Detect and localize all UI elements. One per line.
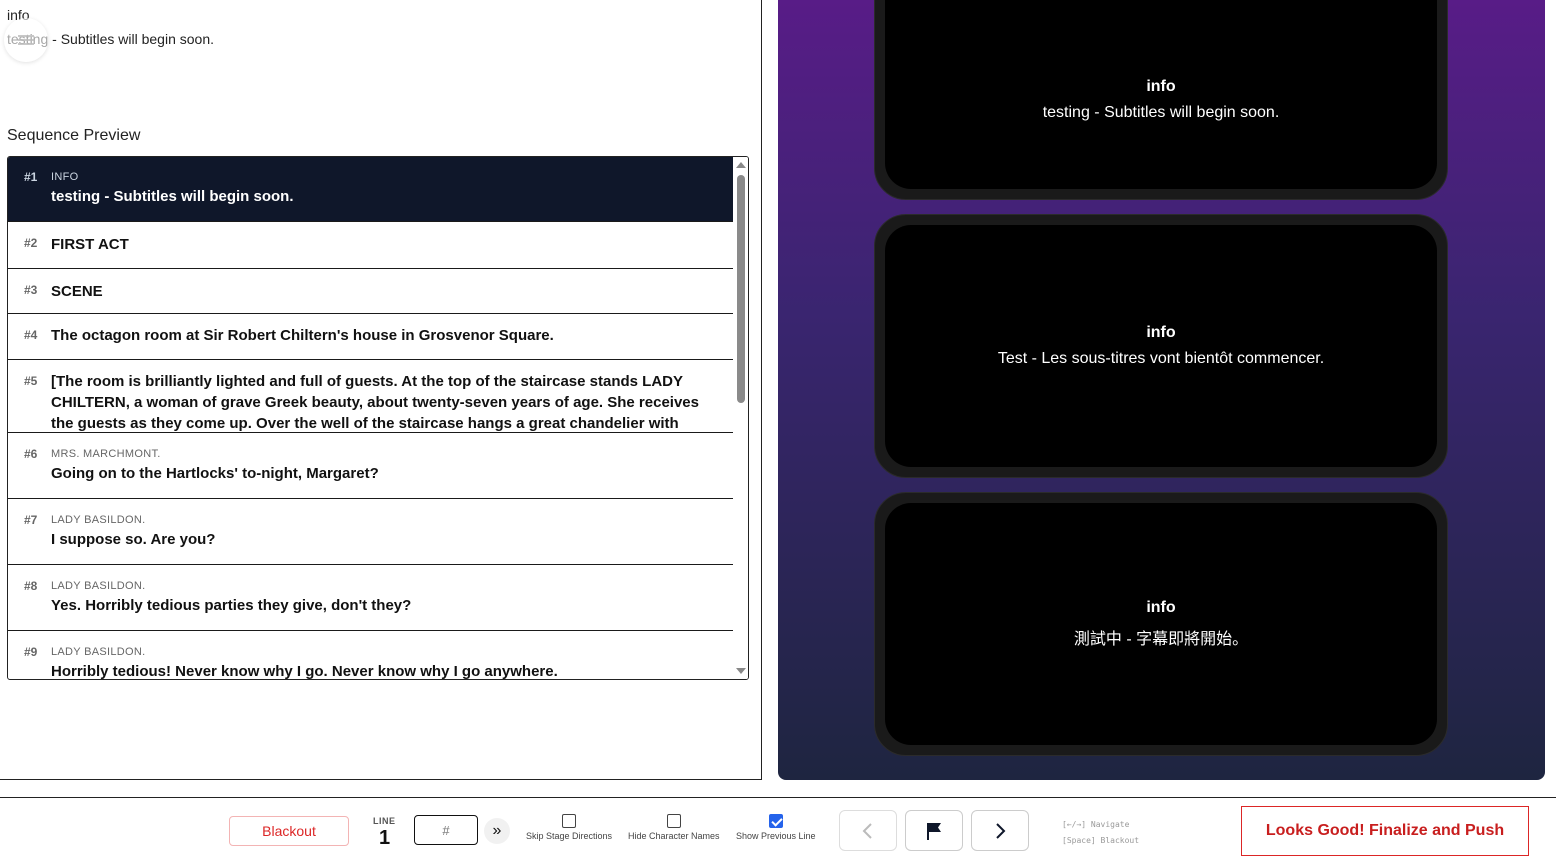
finalize-push-button[interactable]: Looks Good! Finalize and Push: [1241, 806, 1529, 856]
jump-to-line-input[interactable]: [414, 815, 478, 845]
sequence-row-8[interactable]: #8 LADY BASILDON. Yes. Horribly tedious …: [8, 565, 734, 631]
row-speaker: LADY BASILDON.: [51, 646, 146, 658]
sequence-row-6[interactable]: #6 MRS. MARCHMONT. Going on to the Hartl…: [8, 433, 734, 499]
row-text: Going on to the Hartlocks' to-night, Mar…: [51, 465, 379, 482]
row-speaker: INFO: [51, 171, 79, 183]
line-number: 1: [379, 827, 391, 849]
phone-preview-1: info testing - Subtitles will begin soon…: [874, 0, 1448, 200]
row-text: [The room is brilliantly lighted and ful…: [51, 373, 699, 432]
preview-title: info: [1146, 599, 1176, 616]
sequence-list[interactable]: #1 INFO testing - Subtitles will begin s…: [7, 156, 749, 680]
row-speaker: LADY BASILDON.: [51, 514, 146, 526]
preview-panel: info testing - Subtitles will begin soon…: [778, 0, 1545, 780]
row-number: #6: [24, 447, 38, 461]
sequence-row-2[interactable]: #2 FIRST ACT: [8, 222, 734, 269]
row-number: #5: [24, 374, 38, 388]
skip-stage-directions-label: Skip Stage Directions: [526, 831, 613, 841]
phone-screen: info Test - Les sous-titres vont bientôt…: [885, 225, 1437, 467]
phone-screen: info testing - Subtitles will begin soon…: [885, 0, 1437, 189]
row-text: Horribly tedious! Never know why I go. N…: [51, 663, 558, 680]
row-number: #1: [24, 170, 38, 184]
row-text: FIRST ACT: [51, 236, 129, 253]
sequence-row-9[interactable]: #9 LADY BASILDON. Horribly tedious! Neve…: [8, 631, 734, 680]
scroll-up-icon[interactable]: [736, 162, 746, 168]
chevron-right-icon: [996, 822, 1006, 839]
phone-preview-2: info Test - Les sous-titres vont bientôt…: [874, 214, 1448, 478]
chevron-left-icon: [862, 822, 872, 839]
hide-character-names-checkbox[interactable]: [666, 814, 681, 828]
scrollbar-thumb[interactable]: [737, 175, 745, 403]
phone-screen: info 測試中 - 字幕即將開始。: [885, 503, 1437, 745]
control-panel: info testing - Subtitles will begin soon…: [0, 0, 762, 780]
sequence-row-4[interactable]: #4 The octagon room at Sir Robert Chilte…: [8, 314, 734, 360]
row-number: #4: [24, 328, 38, 342]
scroll-down-icon[interactable]: [736, 668, 746, 674]
preview-title: info: [1146, 324, 1176, 341]
sequence-row-3[interactable]: #3 SCENE: [8, 269, 734, 314]
preview-text: testing - Subtitles will begin soon.: [1042, 104, 1280, 121]
blackout-button[interactable]: Blackout: [229, 816, 349, 846]
sequence-row-7[interactable]: #7 LADY BASILDON. I suppose so. Are you?: [8, 499, 734, 565]
hide-character-names-toggle[interactable]: Hide Character Names: [628, 814, 720, 841]
previous-line-button[interactable]: [839, 810, 897, 851]
show-previous-line-toggle[interactable]: Show Previous Line: [736, 814, 816, 841]
keyboard-hints: [←/→] Navigate [Space] Blackout: [1062, 817, 1139, 849]
sequence-scrollbar[interactable]: [733, 157, 748, 679]
skip-stage-directions-checkbox[interactable]: [562, 814, 577, 828]
row-text: I suppose so. Are you?: [51, 531, 216, 548]
show-previous-line-label: Show Previous Line: [736, 831, 816, 841]
preview-text: Test - Les sous-titres vont bientôt comm…: [997, 350, 1325, 367]
row-text: testing - Subtitles will begin soon.: [51, 188, 294, 205]
sequence-preview-title: Sequence Preview: [7, 127, 141, 144]
row-number: #3: [24, 283, 38, 297]
row-text: Yes. Horribly tedious parties they give,…: [51, 597, 412, 614]
row-speaker: LADY BASILDON.: [51, 580, 146, 592]
double-chevron-right-icon: »: [492, 822, 502, 839]
next-line-button[interactable]: [971, 810, 1029, 851]
menu-button[interactable]: [4, 18, 48, 62]
flag-icon: [927, 822, 941, 840]
row-number: #9: [24, 645, 38, 659]
skip-stage-directions-toggle[interactable]: Skip Stage Directions: [526, 814, 612, 841]
row-number: #2: [24, 236, 38, 250]
sequence-row-1[interactable]: #1 INFO testing - Subtitles will begin s…: [8, 157, 734, 222]
sequence-rows: #1 INFO testing - Subtitles will begin s…: [8, 157, 734, 680]
show-previous-line-checkbox[interactable]: [768, 814, 783, 828]
hamburger-icon: [18, 35, 34, 45]
hide-character-names-label: Hide Character Names: [628, 831, 720, 841]
row-number: #7: [24, 513, 38, 527]
row-text: SCENE: [51, 283, 103, 300]
preview-title: info: [1146, 78, 1176, 95]
hint-navigate: [←/→] Navigate: [1062, 820, 1130, 829]
row-speaker: MRS. MARCHMONT.: [51, 448, 161, 460]
sequence-row-5[interactable]: #5 [The room is brilliantly lighted and …: [8, 360, 734, 433]
jump-button[interactable]: »: [484, 818, 510, 844]
flag-button[interactable]: [905, 810, 963, 851]
row-text: The octagon room at Sir Robert Chiltern'…: [51, 327, 554, 344]
hint-blackout: [Space] Blackout: [1062, 836, 1140, 845]
phone-preview-3: info 測試中 - 字幕即將開始。: [874, 492, 1448, 756]
line-label: LINE: [373, 816, 396, 826]
row-number: #8: [24, 579, 38, 593]
control-bar: Blackout LINE 1 » Skip Stage Directions …: [0, 797, 1556, 865]
preview-text: 測試中 - 字幕即將開始。: [1073, 631, 1249, 648]
